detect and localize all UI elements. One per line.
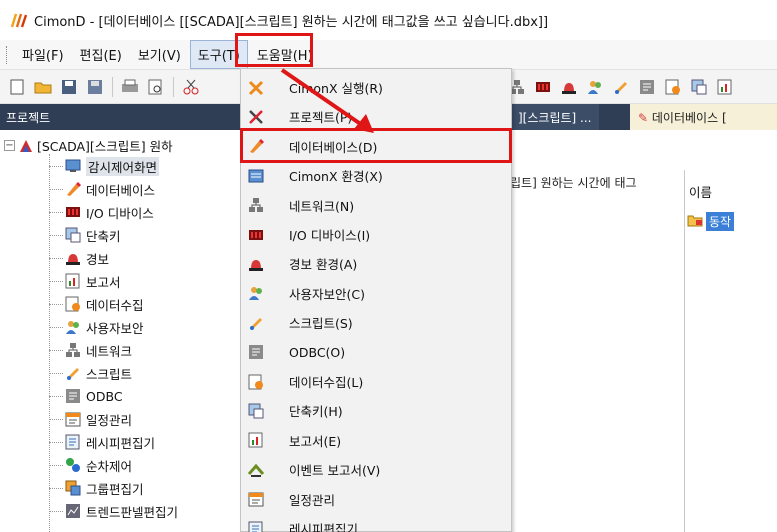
highlight-arrow	[280, 68, 374, 133]
